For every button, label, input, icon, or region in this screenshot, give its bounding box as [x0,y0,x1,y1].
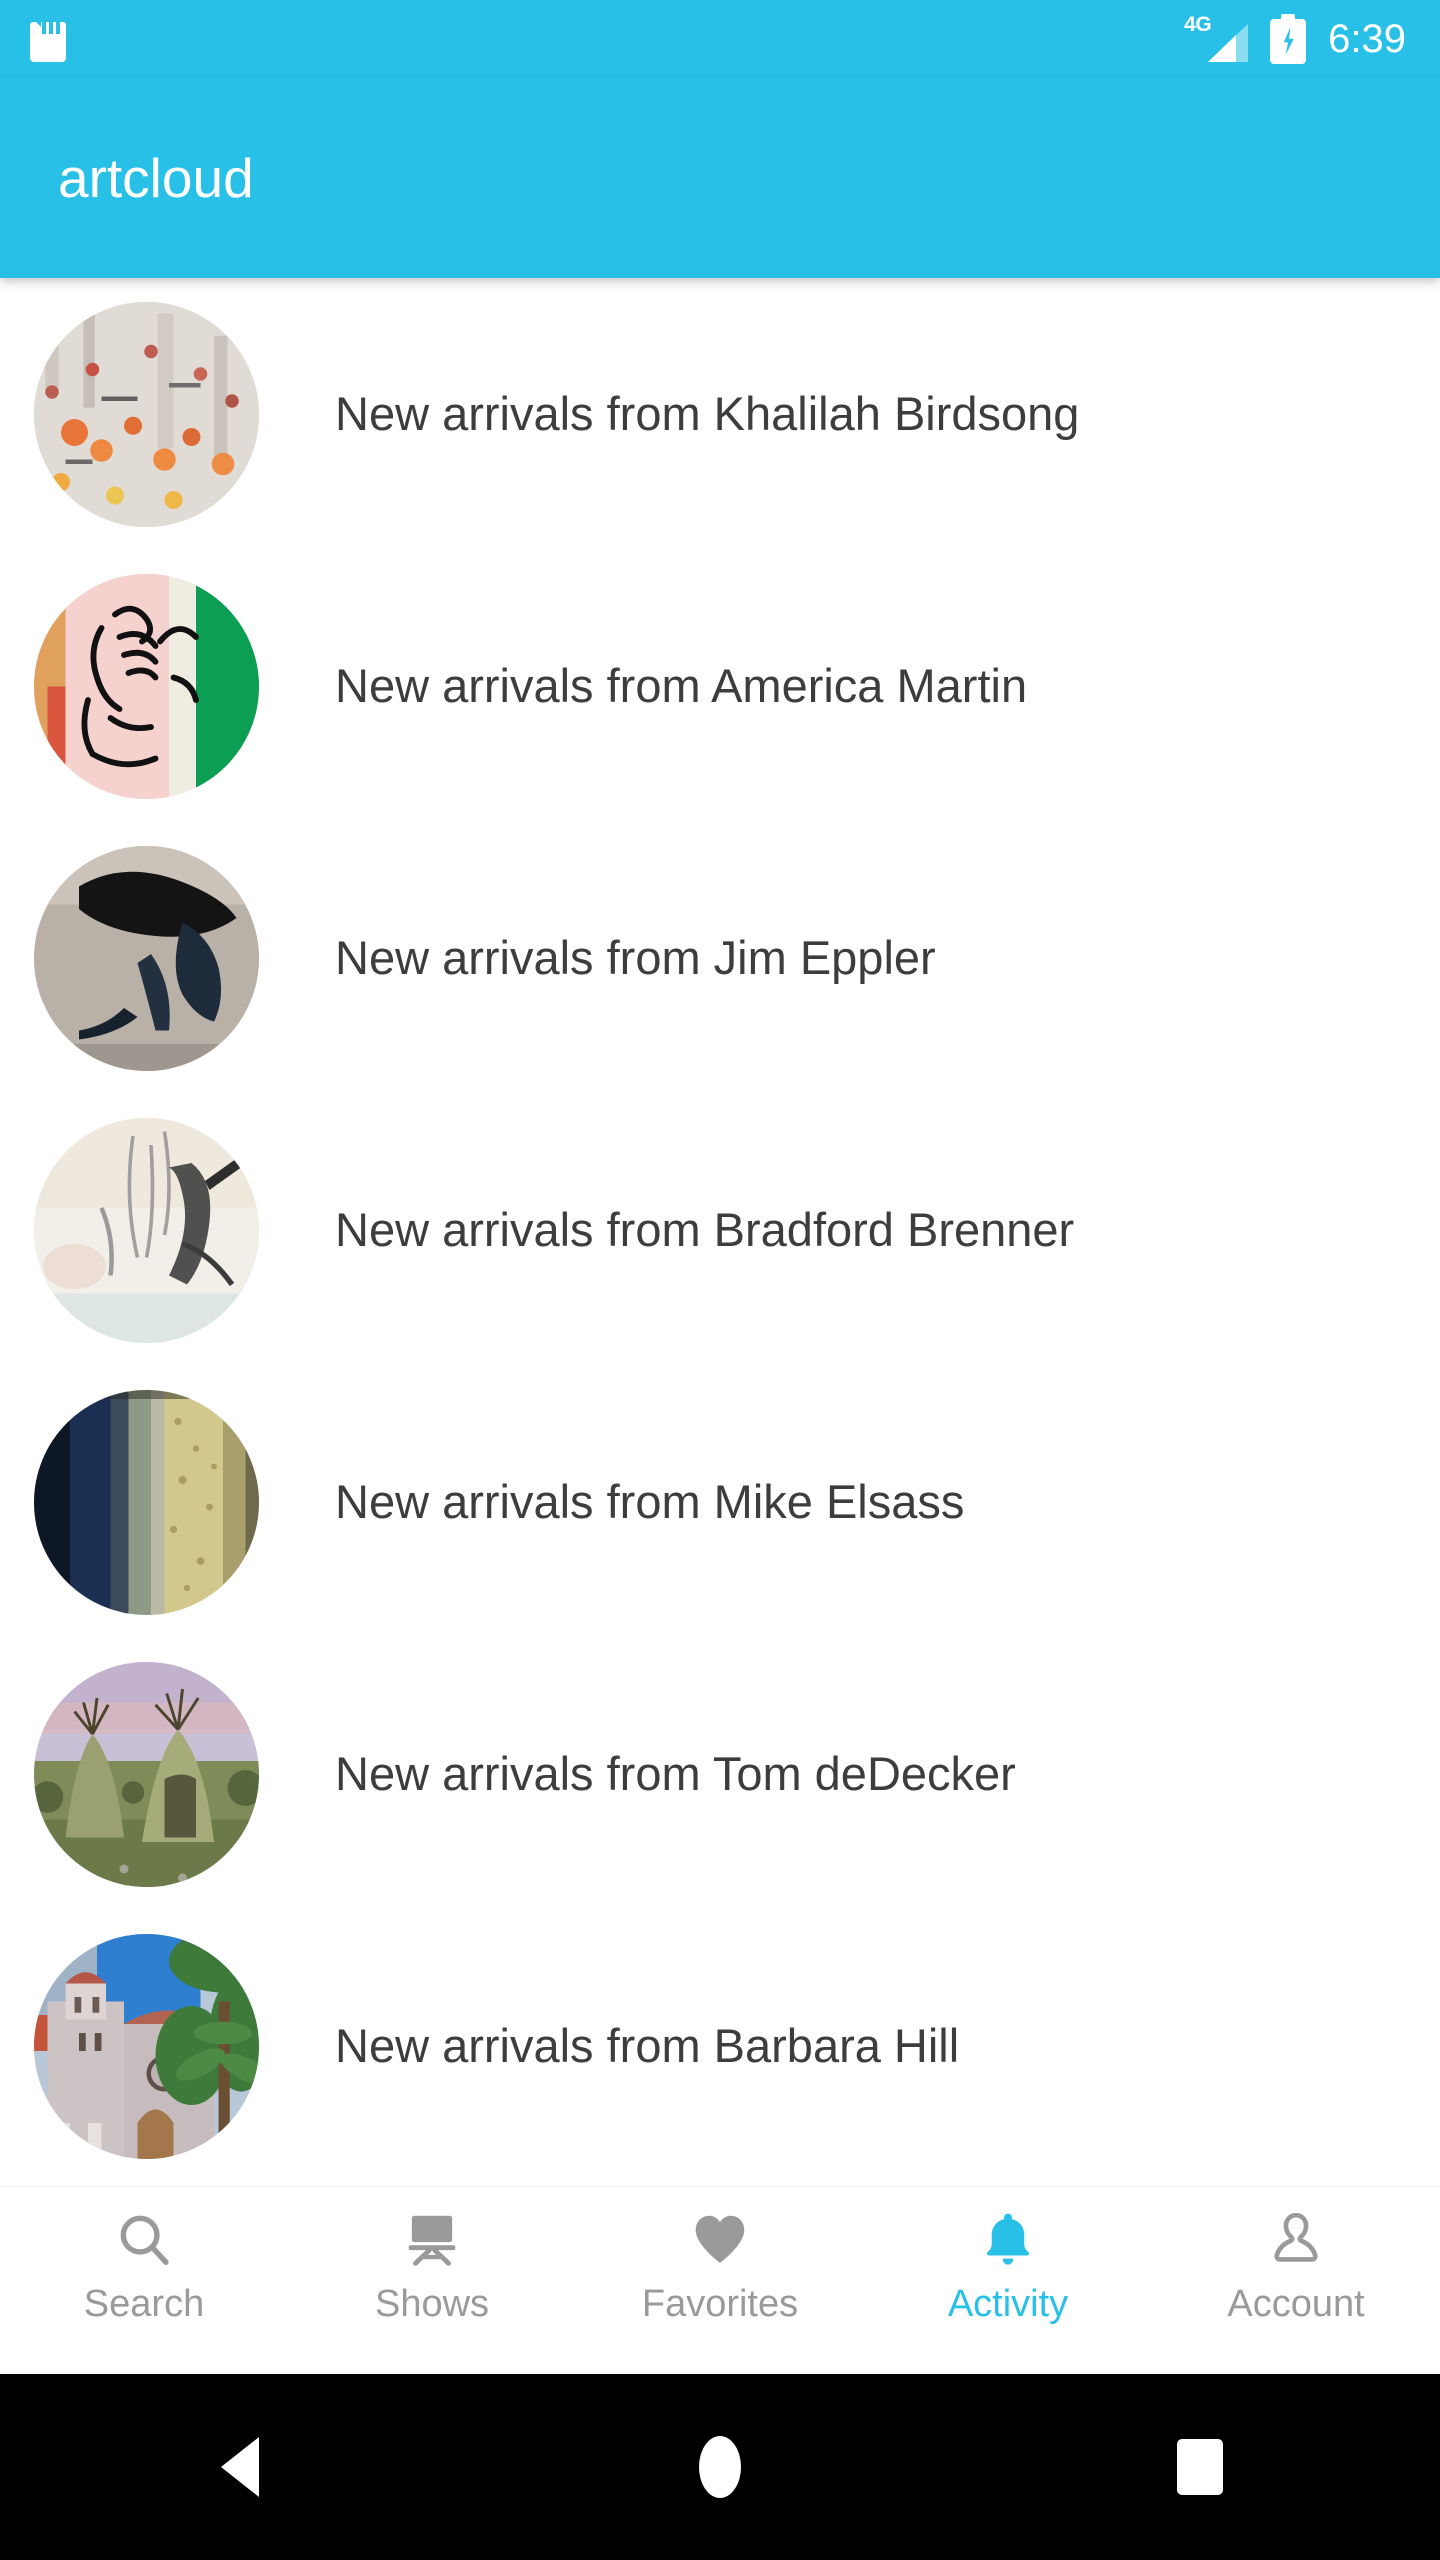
network-type-label: 4G [1184,13,1212,36]
list-item[interactable]: New arrivals from America Martin [0,550,1440,822]
list-item[interactable]: New arrivals from Mike Elsass [0,1366,1440,1638]
easel-icon [398,2205,466,2273]
list-item[interactable]: New arrivals from Khalilah Birdsong [0,278,1440,550]
signal-bars-icon: 4G [1184,13,1249,62]
nav-tab-favorites[interactable]: Favorites [576,2187,864,2323]
back-button[interactable] [140,2374,340,2560]
nav-label-favorites: Favorites [641,2283,799,2325]
nav-tab-account[interactable]: Account [1152,2187,1440,2323]
status-bar: 4G 6:39 [0,0,1440,78]
status-bar-right: 4G 6:39 [1184,13,1406,64]
list-item[interactable]: New arrivals from Tom deDecker [0,1638,1440,1910]
person-icon [1262,2205,1330,2273]
activity-list[interactable]: New arrivals from Khalilah Birdsong New … [0,278,1440,2186]
list-item-label: New arrivals from Barbara Hill [335,2019,960,2073]
battery-charging-icon [1270,14,1307,64]
nav-tab-activity[interactable]: Activity [864,2187,1152,2323]
list-item-label: New arrivals from Khalilah Birdsong [335,387,1080,441]
back-triangle-icon [221,2437,259,2497]
avatar [34,845,259,1071]
list-item-label: New arrivals from Bradford Brenner [335,1203,1075,1257]
nav-tab-search[interactable]: Search [0,2187,288,2323]
list-item-label: New arrivals from Jim Eppler [335,931,936,985]
recents-button[interactable] [1100,2374,1300,2560]
avatar [34,1933,259,2159]
list-item-label: New arrivals from America Martin [335,659,1028,713]
app-title: artcloud [58,147,254,209]
app-bar: artcloud [0,78,1440,278]
avatar [34,1117,259,1343]
sd-card-icon [30,16,66,62]
nav-label-shows: Shows [374,2283,490,2325]
nav-label-search: Search [83,2283,205,2325]
home-button[interactable] [620,2374,820,2560]
nav-label-activity: Activity [947,2283,1069,2325]
nav-tab-shows[interactable]: Shows [288,2187,576,2323]
bell-icon [974,2205,1042,2273]
search-icon [110,2205,178,2273]
avatar [34,1389,259,1615]
android-system-nav [0,2374,1440,2560]
app-screen: 4G 6:39 artcloud New arrivals from Khali… [0,0,1440,2560]
status-bar-clock: 6:39 [1328,17,1406,61]
list-item-label: New arrivals from Tom deDecker [335,1747,1016,1801]
list-item[interactable]: New arrivals from Bradford Brenner [0,1094,1440,1366]
heart-icon [686,2205,754,2273]
home-circle-icon [699,2436,741,2498]
list-item[interactable]: New arrivals from Jim Eppler [0,822,1440,1094]
list-item-label: New arrivals from Mike Elsass [335,1475,965,1529]
avatar [34,301,259,527]
avatar [34,1661,259,1887]
avatar [34,573,259,799]
list-item[interactable]: New arrivals from Barbara Hill [0,1910,1440,2182]
status-bar-left [30,16,66,62]
nav-label-account: Account [1227,2283,1365,2325]
bottom-navigation: Search Shows Favorites Activity Account [0,2186,1440,2374]
recents-square-icon [1177,2439,1223,2495]
